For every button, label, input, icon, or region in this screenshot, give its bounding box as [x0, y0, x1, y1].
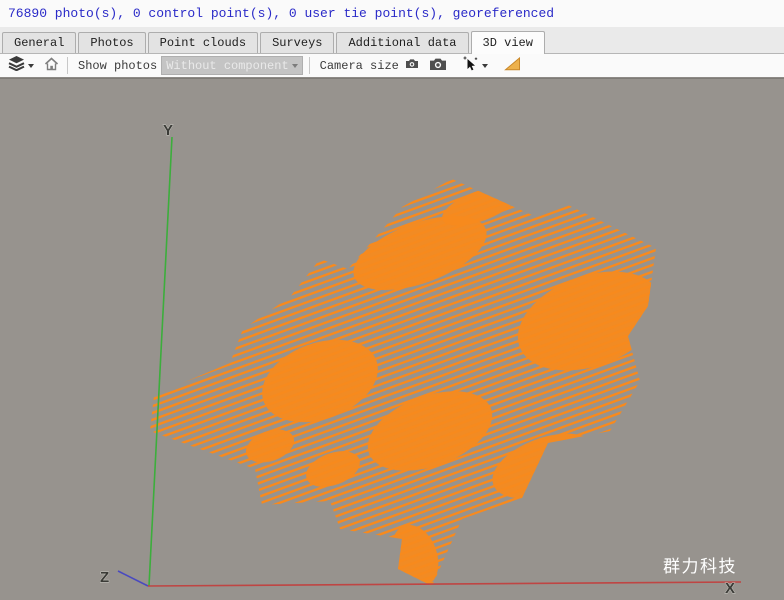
smart-select-button[interactable] [461, 54, 490, 77]
x-axis-label: X [725, 580, 735, 597]
tab-3d-view[interactable]: 3D view [471, 31, 545, 54]
measure-triangle-icon [504, 57, 521, 75]
toolbar-separator [67, 57, 68, 74]
decrease-camera-size-button[interactable] [403, 56, 421, 75]
layers-menu-button[interactable] [6, 54, 36, 77]
tab-photos[interactable]: Photos [78, 32, 145, 53]
tab-general[interactable]: General [2, 32, 76, 53]
chevron-down-icon [28, 64, 34, 68]
increase-camera-size-button[interactable] [427, 55, 449, 77]
chevron-down-icon [482, 64, 488, 68]
camera-size-label: Camera size [316, 59, 403, 73]
tab-point-clouds[interactable]: Point clouds [148, 32, 258, 53]
camera-small-icon [405, 58, 419, 73]
toolbar-separator [309, 57, 310, 74]
show-photos-label: Show photos [74, 59, 161, 73]
project-summary-text: 76890 photo(s), 0 control point(s), 0 us… [8, 6, 554, 21]
tab-additional-data[interactable]: Additional data [336, 32, 468, 53]
home-icon [44, 57, 59, 75]
z-axis-label: Z [100, 569, 109, 586]
status-bar: 76890 photo(s), 0 control point(s), 0 us… [0, 0, 784, 27]
tab-surveys[interactable]: Surveys [260, 32, 334, 53]
measure-button[interactable] [502, 55, 523, 77]
component-filter-dropdown[interactable]: Without component [161, 56, 302, 75]
camera-large-icon [429, 57, 447, 75]
tab-strip: General Photos Point clouds Surveys Addi… [0, 27, 784, 54]
y-axis-label: Y [163, 122, 173, 139]
toolbar: Show photos Without component Camera siz… [0, 54, 784, 78]
home-view-button[interactable] [42, 55, 61, 77]
component-filter-value: Without component [166, 59, 288, 73]
3d-scene[interactable]: X Y Z 群力科技 [0, 79, 784, 600]
layers-icon [8, 56, 25, 75]
3d-viewport[interactable]: X Y Z 群力科技 [0, 78, 784, 599]
chevron-down-icon [292, 64, 298, 68]
vendor-watermark: 群力科技 [663, 557, 737, 577]
smart-select-icon [463, 56, 479, 75]
